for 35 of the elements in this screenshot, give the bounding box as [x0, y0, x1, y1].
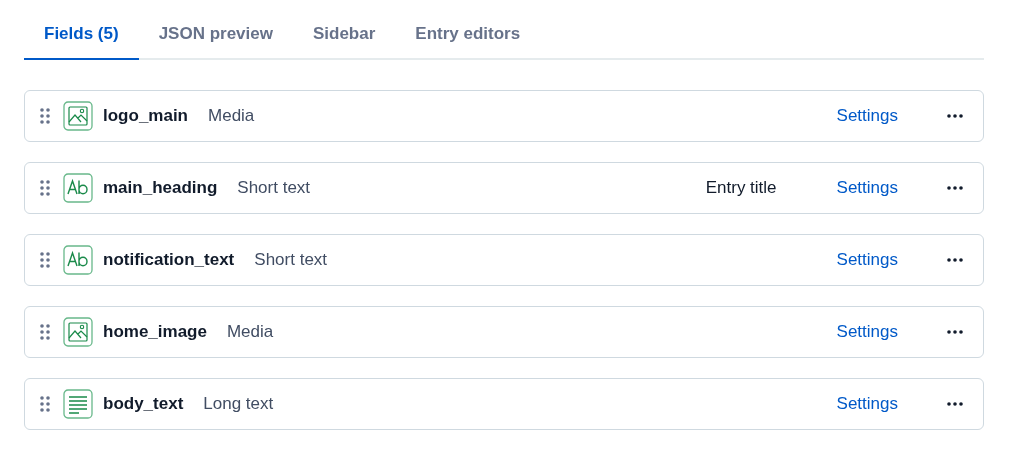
- drag-handle-icon[interactable]: [39, 179, 51, 197]
- settings-link[interactable]: Settings: [836, 322, 898, 342]
- long-text-icon: [63, 389, 93, 419]
- settings-link[interactable]: Settings: [836, 106, 898, 126]
- tab[interactable]: Entry editors: [395, 18, 541, 60]
- field-type: Media: [226, 322, 274, 342]
- field-type: Short text: [237, 178, 311, 198]
- more-icon: [947, 114, 963, 118]
- more-icon: [947, 402, 963, 406]
- entry-title-label: Entry title: [705, 178, 777, 198]
- drag-handle-icon[interactable]: [39, 323, 51, 341]
- image-icon: [63, 317, 93, 347]
- field-name: notification_text: [103, 250, 235, 270]
- field-name: home_image: [103, 322, 207, 342]
- field-type: Short text: [254, 250, 328, 270]
- image-icon: [63, 101, 93, 131]
- settings-link[interactable]: Settings: [836, 394, 898, 414]
- settings-link[interactable]: Settings: [836, 178, 898, 198]
- tab[interactable]: Sidebar: [292, 18, 396, 60]
- field-name: main_heading: [103, 178, 218, 198]
- short-text-icon: [63, 173, 93, 203]
- settings-link[interactable]: Settings: [836, 250, 898, 270]
- field-type: Media: [208, 106, 255, 126]
- tab[interactable]: JSON preview: [138, 18, 293, 60]
- short-text-icon: [63, 245, 93, 275]
- drag-handle-icon[interactable]: [39, 395, 51, 413]
- field-type: Long text: [203, 394, 274, 414]
- more-icon: [947, 330, 963, 334]
- more-icon: [947, 186, 963, 190]
- field-name: logo_main: [103, 106, 188, 126]
- more-icon: [947, 258, 963, 262]
- field-name: body_text: [103, 394, 184, 414]
- drag-handle-icon[interactable]: [39, 107, 51, 125]
- drag-handle-icon[interactable]: [39, 251, 51, 269]
- tab[interactable]: Fields (5): [24, 18, 139, 60]
